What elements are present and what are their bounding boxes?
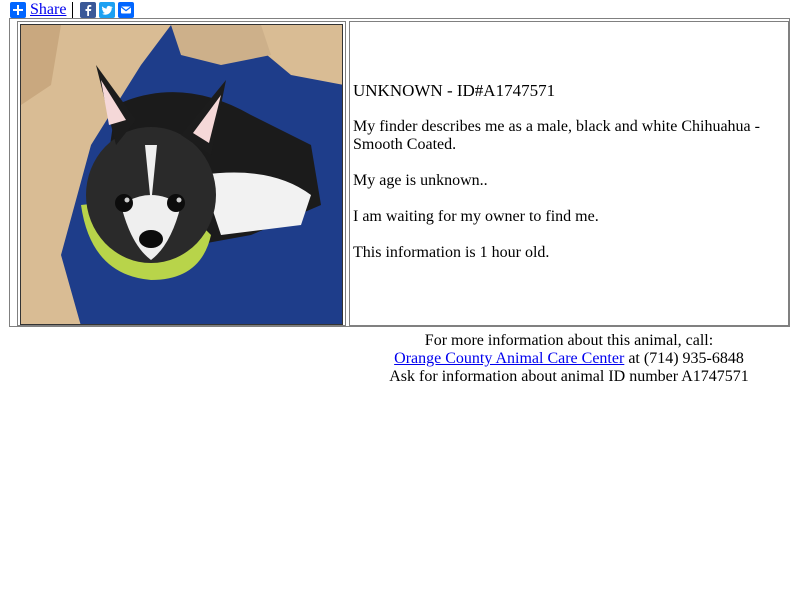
contact-intro: For more information about this animal, … — [424, 332, 714, 349]
email-icon[interactable] — [118, 1, 135, 18]
animal-details: UNKNOWN - ID#A1747571 My finder describe… — [353, 82, 783, 280]
animal-age: My age is unknown.. — [353, 172, 488, 189]
animal-title: UNKNOWN - ID#A1747571 — [353, 81, 556, 100]
share-link[interactable]: Share — [30, 1, 66, 19]
contact-ask: Ask for information about animal ID numb… — [389, 368, 749, 385]
share-divider — [72, 1, 74, 18]
animal-photo — [20, 24, 343, 325]
info-freshness: This information is 1 hour old. — [353, 244, 550, 261]
animal-status: I am waiting for my owner to find me. — [353, 208, 599, 225]
share-bar: Share — [10, 1, 135, 19]
contact-info: For more information about this animal, … — [349, 332, 789, 386]
contact-phone: at (714) 935-6848 — [624, 350, 744, 367]
animal-table: UNKNOWN - ID#A1747571 My finder describe… — [9, 18, 790, 327]
facebook-icon[interactable] — [80, 1, 97, 18]
description-cell: UNKNOWN - ID#A1747571 My finder describe… — [349, 21, 789, 326]
contact-line: Orange County Animal Care Center at (714… — [349, 350, 789, 368]
twitter-icon[interactable] — [99, 1, 116, 18]
animal-description: My finder describes me as a male, black … — [353, 118, 760, 153]
care-center-link[interactable]: Orange County Animal Care Center — [394, 350, 624, 367]
photo-cell — [17, 21, 346, 326]
plus-icon[interactable] — [10, 1, 26, 18]
